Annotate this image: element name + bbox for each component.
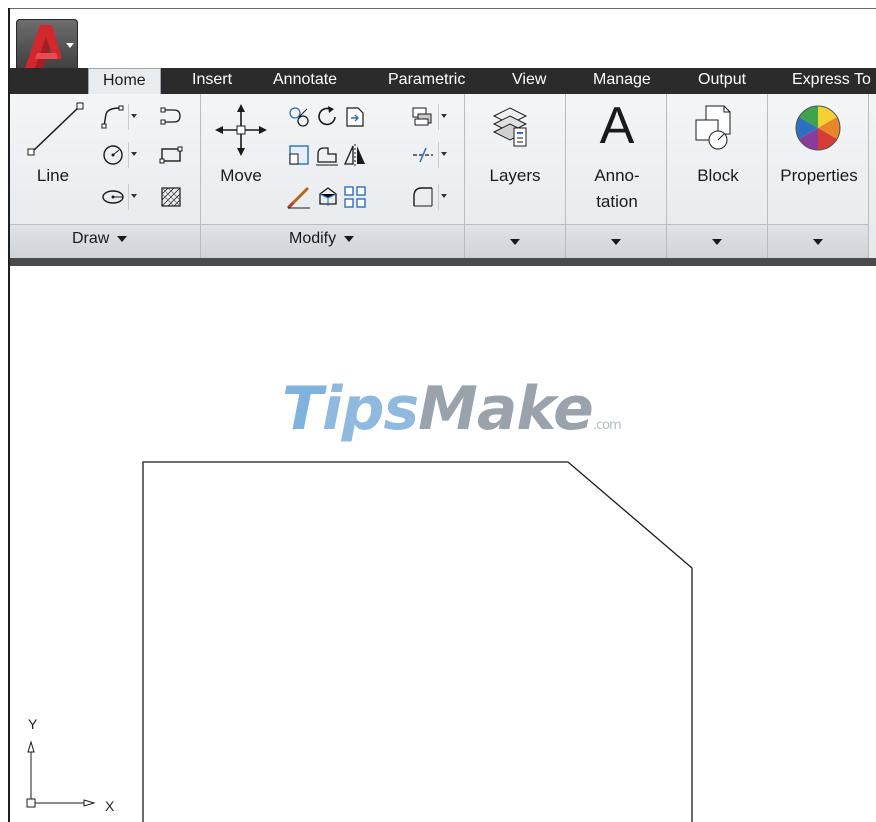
tab-express-tools[interactable]: Express To: [790, 68, 873, 94]
explode-icon: [319, 187, 337, 206]
ellipse-button[interactable]: [100, 184, 126, 210]
array-button[interactable]: [342, 184, 368, 210]
erase-button[interactable]: [410, 104, 436, 130]
circle-button[interactable]: [100, 142, 126, 168]
offset-icon: [316, 147, 338, 166]
hatch-button[interactable]: [158, 184, 184, 210]
mirror-button[interactable]: [342, 142, 368, 168]
ellipse-dropdown[interactable]: [128, 184, 139, 210]
panel-divider: [868, 94, 869, 258]
chevron-down-icon: [117, 235, 128, 242]
properties-button[interactable]: Properties: [770, 100, 868, 220]
draw-order-dropdown[interactable]: [438, 104, 449, 130]
line-icon: [27, 102, 84, 156]
polyline-button[interactable]: [100, 104, 126, 130]
annotation-button[interactable]: A Anno- tation: [568, 97, 666, 220]
polyline-icon: [101, 105, 124, 129]
chevron-down-icon[interactable]: [510, 239, 520, 245]
trim-icon: [346, 107, 364, 127]
watermark-t: T: [282, 374, 323, 444]
erase-icon: [286, 186, 310, 210]
fillet-dropdown[interactable]: [438, 184, 449, 210]
layers-label: Layers: [489, 166, 541, 185]
tab-output[interactable]: Output: [696, 68, 748, 94]
layers-icon: [492, 107, 528, 147]
circle-icon: [103, 145, 123, 165]
application-menu-button[interactable]: [16, 19, 78, 75]
autocad-logo-icon: [24, 25, 74, 71]
chevron-down-icon[interactable]: [813, 239, 823, 245]
block-button[interactable]: Block: [670, 100, 766, 220]
spline-icon: [160, 107, 181, 125]
tab-insert[interactable]: Insert: [190, 68, 234, 94]
circle-dropdown[interactable]: [128, 142, 139, 168]
chevron-down-icon[interactable]: [712, 239, 722, 245]
copy-button[interactable]: [286, 104, 312, 130]
hatch-icon: [161, 187, 181, 207]
block-label: Block: [697, 166, 739, 185]
explode-button[interactable]: [314, 184, 340, 210]
polyline-dropdown[interactable]: [128, 104, 139, 130]
block-icon: [695, 105, 731, 150]
chevron-down-icon: [344, 235, 355, 242]
ucs-y-label: Y: [28, 716, 38, 732]
stretch-icon: [289, 145, 309, 165]
modify-panel-title[interactable]: Modify: [289, 230, 355, 248]
move-button[interactable]: Move: [206, 100, 276, 220]
array-icon: [344, 186, 366, 208]
layers-button[interactable]: Layers: [468, 100, 562, 220]
draw-panel-title-text: Draw: [72, 230, 110, 247]
properties-label: Properties: [780, 166, 858, 185]
watermark-make: Make: [418, 374, 594, 444]
tab-view[interactable]: View: [510, 68, 548, 94]
mirror-icon: [343, 144, 365, 166]
tab-manage[interactable]: Manage: [591, 68, 653, 94]
draw-panel-title[interactable]: Draw: [72, 230, 128, 248]
chevron-down-icon[interactable]: [611, 239, 621, 245]
drawing-canvas[interactable]: [10, 266, 876, 822]
tab-annotate[interactable]: Annotate: [271, 68, 339, 94]
tab-parametric[interactable]: Parametric: [386, 68, 467, 94]
ucs-x-label: X: [105, 798, 115, 814]
rotate-icon: [318, 106, 336, 126]
trim-button[interactable]: [342, 104, 368, 130]
draw-order-icon: [412, 107, 432, 126]
annotation-label-line1: Anno-: [594, 166, 640, 185]
ellipse-icon: [102, 190, 124, 204]
window-left-border: [8, 8, 10, 822]
modify-panel-title-text: Modify: [289, 230, 337, 247]
ribbon-bottom-border: [10, 258, 876, 266]
watermark: TipsMake.com: [282, 374, 622, 444]
move-icon: [215, 104, 267, 156]
fillet-tool-button[interactable]: [410, 184, 436, 210]
line-button[interactable]: Line: [18, 100, 88, 220]
fillet-icon: [413, 187, 433, 207]
rectangle-icon: [159, 146, 183, 164]
break-dropdown[interactable]: [438, 142, 449, 168]
text-a-icon: A: [599, 97, 635, 155]
spline-button[interactable]: [158, 104, 184, 130]
rectangle-button[interactable]: [158, 142, 184, 168]
watermark-com: .com: [592, 418, 622, 433]
watermark-ips: ips: [321, 374, 419, 444]
fillet-button[interactable]: [314, 142, 340, 168]
rotate-button[interactable]: [314, 104, 340, 130]
break-icon: [413, 147, 433, 163]
tab-home[interactable]: Home: [88, 68, 161, 95]
annotation-label-line2: tation: [596, 192, 638, 211]
title-bar: [10, 9, 876, 68]
break-button[interactable]: [410, 142, 436, 168]
move-label: Move: [220, 166, 262, 185]
line-label: Line: [36, 166, 70, 185]
stretch-button[interactable]: [286, 142, 312, 168]
copy-icon: [289, 107, 309, 127]
erase-tool-button[interactable]: [286, 184, 312, 210]
properties-color-wheel-icon: [795, 105, 841, 151]
